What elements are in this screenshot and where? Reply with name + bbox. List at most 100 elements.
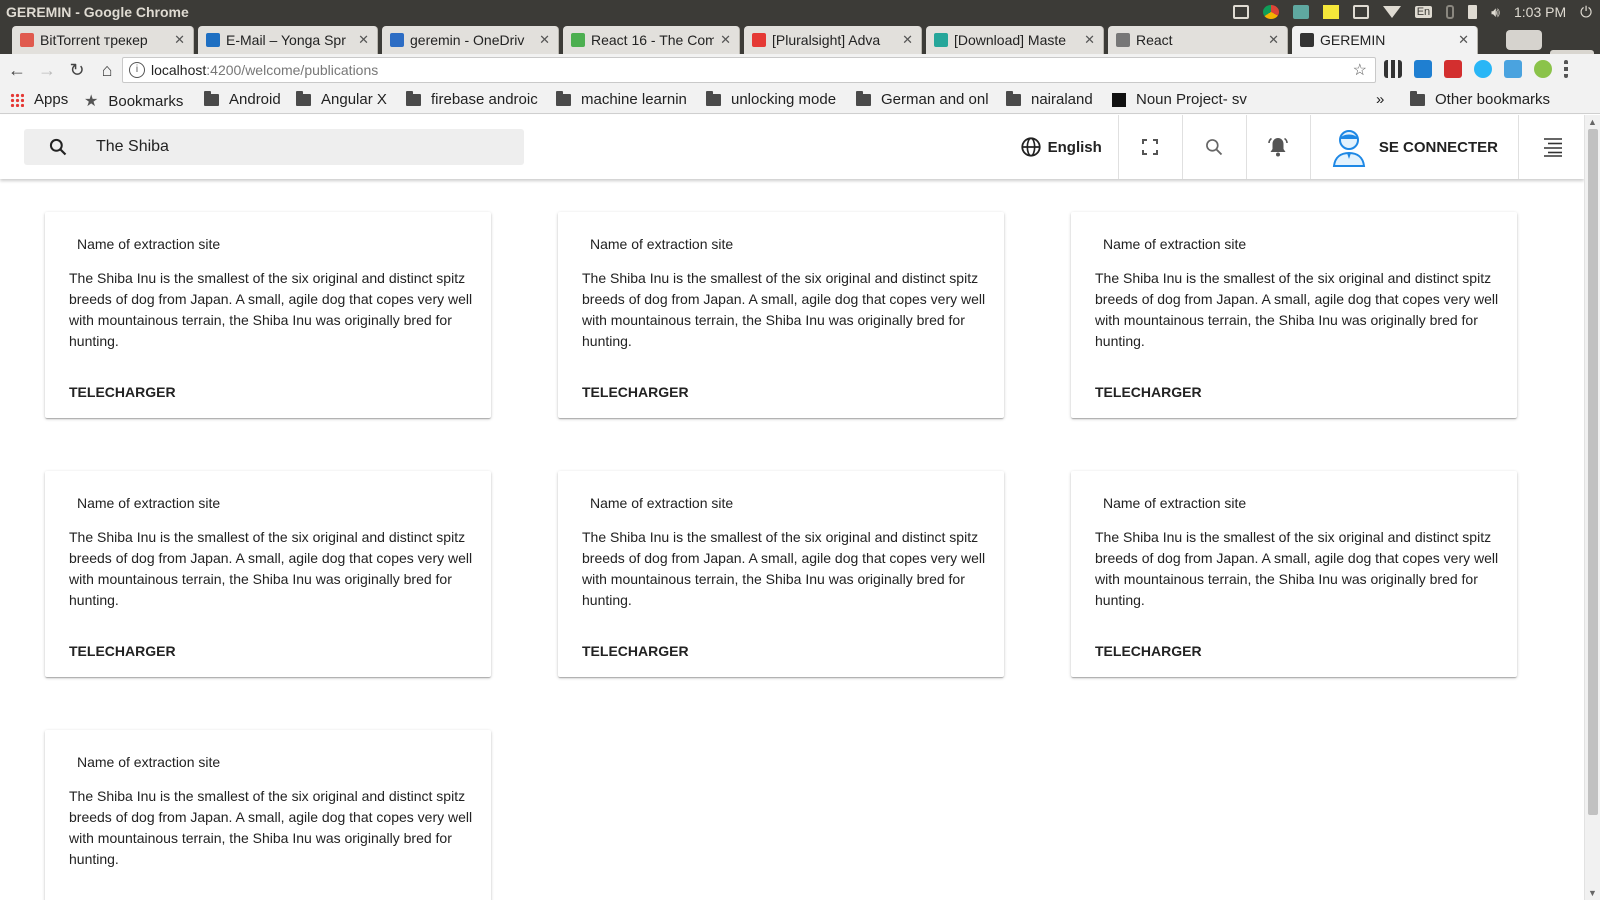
browser-tab[interactable]: [Pluralsight] Adva ✕ [744, 26, 922, 54]
language-label: English [1047, 138, 1102, 156]
extension-window-icon[interactable] [1504, 60, 1522, 78]
close-tab-icon[interactable]: ✕ [539, 32, 550, 48]
extension-grid-icon[interactable] [1384, 60, 1402, 78]
scroll-up-icon[interactable]: ▲ [1588, 117, 1597, 127]
reload-icon[interactable]: ↻ [64, 57, 90, 83]
bookmark-label: unlocking mode [731, 91, 837, 108]
download-site-icon [934, 33, 948, 47]
download-button[interactable]: TELECHARGER [1095, 384, 1202, 400]
bookmark-item[interactable]: machine learnin [556, 91, 687, 108]
bookmark-star-icon[interactable]: ☆ [1353, 60, 1367, 80]
browser-tab[interactable]: GEREMIN ✕ [1292, 26, 1478, 54]
globe-icon [1021, 137, 1041, 157]
user-avatar-icon [1332, 130, 1365, 167]
other-bookmarks-label: Other bookmarks [1435, 91, 1551, 108]
clipboard-icon[interactable] [1352, 5, 1369, 19]
menu-button[interactable] [1518, 115, 1584, 179]
chrome-menu-icon[interactable] [1564, 60, 1568, 78]
power-icon[interactable]: ⏻ [1580, 4, 1592, 21]
bookmarks-overflow-chevron[interactable]: » [1376, 91, 1384, 108]
browser-tab[interactable]: React ✕ [1108, 26, 1288, 54]
folder-icon [1006, 91, 1021, 106]
close-tab-icon[interactable]: ✕ [902, 32, 913, 48]
tab-label: [Download] Maste [954, 32, 1067, 48]
rocket-icon [1300, 33, 1314, 47]
bookmark-item[interactable]: ★ Bookmarks [84, 91, 183, 111]
browser-tab[interactable]: [Download] Maste ✕ [926, 26, 1104, 54]
browser-tab[interactable]: E-Mail – Yonga Spr ✕ [198, 26, 378, 54]
close-tab-icon[interactable]: ✕ [720, 32, 731, 48]
site-info-icon[interactable]: i [129, 62, 145, 78]
card-title: Name of extraction site [77, 495, 221, 511]
app-header: English SE CONNECTER [0, 115, 1584, 179]
browser-tab[interactable]: React 16 - The Com ✕ [563, 26, 740, 54]
close-tab-icon[interactable]: ✕ [1268, 32, 1279, 48]
bookmark-item[interactable]: German and onl [856, 91, 989, 108]
address-bar[interactable]: i localhost:4200/welcome/publications ☆ [122, 57, 1376, 83]
folder-icon [204, 91, 219, 106]
bookmark-label: Noun Project- sv [1136, 91, 1247, 108]
extension-blue-icon[interactable] [1474, 60, 1492, 78]
close-tab-icon[interactable]: ✕ [1084, 32, 1095, 48]
card-title: Name of extraction site [1103, 236, 1247, 252]
folder-icon [706, 91, 721, 106]
browser-toolbar: ← → ↻ ⌂ i localhost:4200/welcome/publica… [0, 54, 1600, 86]
bookmark-item[interactable]: firebase androic [406, 91, 538, 108]
bookmark-item[interactable]: Apps [10, 91, 68, 108]
bluetooth-icon[interactable] [1446, 5, 1455, 19]
wifi-icon[interactable] [1382, 6, 1401, 18]
close-tab-icon[interactable]: ✕ [358, 32, 369, 48]
extension-red-icon[interactable] [1444, 60, 1462, 78]
folder-icon [406, 91, 421, 106]
scrollbar-thumb[interactable] [1588, 129, 1598, 815]
scroll-down-icon[interactable]: ▼ [1588, 888, 1597, 898]
download-button[interactable]: TELECHARGER [582, 643, 689, 659]
tab-label: E-Mail – Yonga Spr [226, 32, 346, 48]
extension-hex-icon[interactable] [1534, 60, 1552, 78]
download-button[interactable]: TELECHARGER [69, 384, 176, 400]
page-scrollbar[interactable]: ▲ ▼ [1584, 115, 1600, 900]
forward-icon[interactable]: → [34, 57, 60, 83]
bookmark-label: German and onl [881, 91, 989, 108]
download-button[interactable]: TELECHARGER [582, 384, 689, 400]
clock[interactable]: 1:03 PM [1514, 4, 1566, 20]
url-path: :4200/welcome/publications [206, 62, 379, 78]
bookmarks-bar: Apps ★ Bookmarks Android Angular X firebase a… [0, 86, 1600, 114]
chrome-icon[interactable] [1262, 5, 1279, 19]
menu-icon [1543, 138, 1562, 157]
language-selector[interactable]: English [1004, 115, 1118, 179]
image-viewer-icon[interactable] [1232, 5, 1249, 19]
search-bar [24, 129, 524, 165]
publication-card: Name of extraction site The Shiba Inu is … [558, 471, 1004, 677]
volume-icon[interactable]: 🔊︎ [1491, 4, 1500, 21]
login-button[interactable]: SE CONNECTER [1309, 115, 1518, 179]
extension-chat-icon[interactable] [1414, 60, 1432, 78]
close-tab-icon[interactable]: ✕ [174, 32, 185, 48]
browser-tab[interactable]: geremin - OneDriv ✕ [382, 26, 559, 54]
search-icon[interactable] [48, 137, 68, 157]
keyboard-layout-indicator[interactable]: En [1414, 6, 1433, 18]
battery-icon[interactable] [1468, 5, 1478, 19]
download-button[interactable]: TELECHARGER [1095, 643, 1202, 659]
publication-card: Name of extraction site The Shiba Inu is … [1071, 471, 1517, 677]
bookmark-item[interactable]: unlocking mode [706, 91, 836, 108]
search-input[interactable] [96, 133, 496, 161]
folder-icon [556, 91, 571, 106]
bookmark-item[interactable]: Angular X [296, 91, 387, 108]
header-search-button[interactable] [1181, 115, 1246, 179]
notes-icon[interactable] [1322, 5, 1339, 19]
card-description: The Shiba Inu is the smallest of the six… [69, 529, 473, 608]
new-tab-button[interactable] [1506, 30, 1542, 50]
fullscreen-button[interactable] [1117, 115, 1182, 179]
back-icon[interactable]: ← [4, 57, 30, 83]
bookmark-item[interactable]: Android [204, 91, 281, 108]
home-icon[interactable]: ⌂ [94, 57, 120, 83]
browser-tab[interactable]: BitTorrent трекер ✕ [12, 26, 194, 54]
download-button[interactable]: TELECHARGER [69, 643, 176, 659]
notifications-button[interactable] [1245, 115, 1310, 179]
close-tab-icon[interactable]: ✕ [1458, 32, 1469, 48]
bookmark-item[interactable]: nairaland [1006, 91, 1093, 108]
bookmark-item[interactable]: Noun Project- sv [1112, 91, 1247, 108]
monitor-icon[interactable] [1292, 5, 1309, 19]
other-bookmarks[interactable]: Other bookmarks [1410, 91, 1550, 108]
